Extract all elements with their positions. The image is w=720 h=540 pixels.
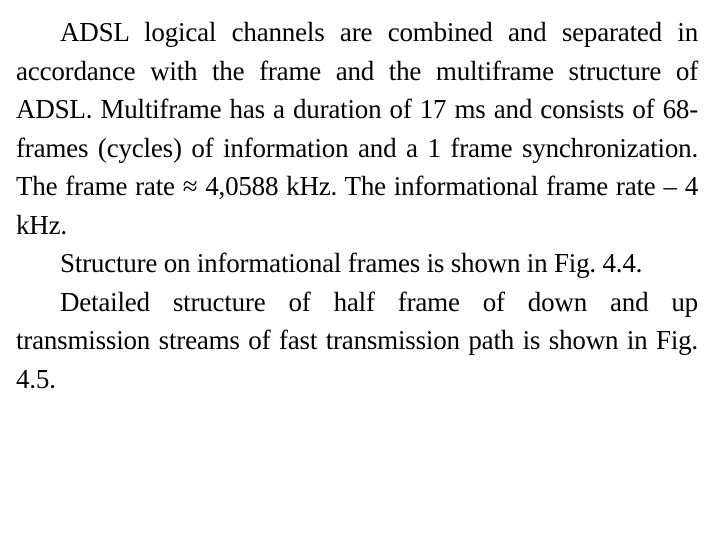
- slide-body: ADSL logical channels are combined and s…: [16, 13, 698, 398]
- paragraph-half-frame-structure: Detailed structure of half frame of down…: [16, 286, 698, 394]
- paragraph-adsl-channels: ADSL logical channels are combined and s…: [16, 17, 698, 240]
- paragraph-informational-frames: Structure on informational frames is sho…: [60, 248, 643, 278]
